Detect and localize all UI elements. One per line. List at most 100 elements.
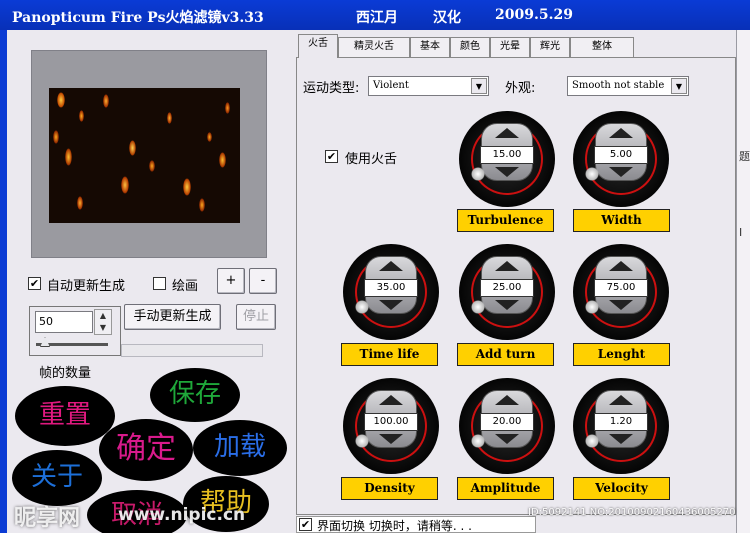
add-turn-value[interactable]: 25.00 — [480, 279, 534, 297]
knob-shine — [355, 434, 369, 448]
interface-switch-label: 界面切换 切换时，请稍等. . . — [317, 519, 472, 533]
flame-spark — [183, 178, 191, 196]
knob-shine — [585, 434, 599, 448]
frames-slider-thumb[interactable] — [40, 337, 50, 347]
velocity-knob[interactable]: 1.20 — [573, 378, 669, 474]
about-button[interactable]: 关于 — [12, 450, 102, 506]
amplitude-value[interactable]: 20.00 — [480, 413, 534, 431]
auto-update-checkbox[interactable]: ✔ — [28, 277, 41, 290]
motion-type-label: 运动类型: — [303, 81, 360, 96]
knob-shine — [355, 300, 369, 314]
save-button[interactable]: 保存 — [150, 368, 240, 422]
flame-spark — [57, 92, 65, 108]
time-life-label: Time life — [341, 343, 438, 366]
width-value[interactable]: 5.00 — [594, 146, 648, 164]
use-tongue-checkbox[interactable]: ✔ — [325, 150, 338, 163]
frames-label: 帧的数量 — [39, 366, 92, 381]
draw-label: 绘画 — [172, 279, 199, 294]
add-turn-knob[interactable]: 25.00 — [459, 244, 555, 340]
reset-button[interactable]: 重置 — [15, 386, 115, 446]
plus-button[interactable]: + — [217, 268, 245, 294]
use-tongue-label: 使用火舌 — [345, 152, 398, 167]
flame-spark — [167, 112, 172, 124]
length-knob[interactable]: 75.00 — [573, 244, 669, 340]
flame-spark — [79, 110, 84, 122]
auto-update-label: 自动更新生成 — [47, 279, 126, 294]
minus-button[interactable]: - — [249, 268, 277, 294]
flame-spark — [103, 94, 109, 108]
interface-switch-strip: ✔ 界面切换 切换时，请稍等. . . — [296, 516, 536, 533]
knob-shine — [585, 300, 599, 314]
flame-spark — [65, 148, 72, 166]
flame-spark — [53, 130, 59, 144]
length-label: Lenght — [573, 343, 670, 366]
density-value[interactable]: 100.00 — [364, 413, 418, 431]
amplitude-label: Amplitude — [457, 477, 554, 500]
turbulence-value[interactable]: 15.00 — [480, 146, 534, 164]
interface-switch-checkbox[interactable]: ✔ — [299, 518, 312, 531]
tab-sprite-tongue[interactable]: 精灵火舌 — [338, 37, 410, 57]
progress-bar — [121, 344, 263, 357]
frames-stepper[interactable]: ▲ ▼ — [94, 309, 112, 335]
flame-spark — [121, 176, 129, 194]
tab-color[interactable]: 颜色 — [450, 37, 490, 57]
preview-frame — [31, 50, 267, 258]
look-value: Smooth not stable — [572, 80, 665, 91]
ok-button[interactable]: 确定 — [99, 419, 193, 481]
watermark-url: www.nipic.cn — [118, 505, 246, 525]
chevron-down-icon[interactable]: ▼ — [671, 78, 687, 94]
flame-spark — [129, 140, 136, 156]
flame-spark — [199, 198, 205, 212]
time-life-value[interactable]: 35.00 — [364, 279, 418, 297]
density-knob[interactable]: 100.00 — [343, 378, 439, 474]
flame-spark — [77, 196, 83, 210]
edge-glyph: I — [739, 226, 743, 239]
time-life-knob[interactable]: 35.00 — [343, 244, 439, 340]
flame-spark — [225, 102, 230, 114]
motion-type-value: Violent — [373, 80, 409, 91]
look-select[interactable]: Smooth not stable ▼ — [567, 76, 689, 96]
turbulence-label: Turbulence — [457, 209, 554, 232]
draw-checkbox[interactable] — [153, 277, 166, 290]
flame-spark — [207, 132, 212, 142]
tab-flame-tongue[interactable]: 火舌 — [298, 34, 338, 58]
width-label: Width — [573, 209, 670, 232]
frames-input[interactable]: 50 — [35, 311, 93, 333]
knob-shine — [471, 167, 485, 181]
frames-spinner-group: 50 ▲ ▼ — [29, 306, 121, 356]
main-panel: ✔ 自动更新生成 绘画 + - 50 ▲ ▼ 手动更新生成 停止 帧的数量 重置… — [7, 30, 736, 533]
background-window-edge: 题 I — [736, 30, 750, 533]
title-bar: Panopticum Fire Ps火焰滤镜v3.33 西江月 汉化 2009.… — [0, 0, 750, 30]
fire-preview — [49, 88, 240, 223]
length-value[interactable]: 75.00 — [594, 279, 648, 297]
velocity-value[interactable]: 1.20 — [594, 413, 648, 431]
edge-glyph: 题 — [739, 150, 750, 163]
tab-glow[interactable]: 辉光 — [530, 37, 570, 57]
title-app: Panopticum Fire Ps火焰滤镜v3.33 — [12, 10, 264, 26]
turbulence-knob[interactable]: 15.00 — [459, 111, 555, 207]
knob-shine — [471, 434, 485, 448]
watermark-id: ID:5092141 NO:20100902160436005270 — [528, 507, 736, 518]
chevron-down-icon[interactable]: ▼ — [471, 78, 487, 94]
knob-shine — [585, 167, 599, 181]
look-label: 外观: — [505, 81, 536, 96]
stepper-up-icon[interactable]: ▲ — [95, 310, 111, 322]
stop-button[interactable]: 停止 — [236, 304, 276, 330]
motion-type-select[interactable]: Violent ▼ — [368, 76, 489, 96]
window-frame: ✔ 自动更新生成 绘画 + - 50 ▲ ▼ 手动更新生成 停止 帧的数量 重置… — [0, 30, 736, 533]
stepper-down-icon[interactable]: ▼ — [95, 322, 111, 334]
manual-update-button[interactable]: 手动更新生成 — [124, 304, 221, 330]
title-date: 2009.5.29 — [495, 7, 573, 23]
tab-overall[interactable]: 整体 — [570, 37, 634, 57]
title-author: 西江月 — [356, 10, 398, 26]
amplitude-knob[interactable]: 20.00 — [459, 378, 555, 474]
width-knob[interactable]: 5.00 — [573, 111, 669, 207]
tab-halo[interactable]: 光晕 — [490, 37, 530, 57]
velocity-label: Velocity — [573, 477, 670, 500]
flame-spark — [219, 152, 226, 168]
density-label: Density — [341, 477, 438, 500]
load-button[interactable]: 加载 — [193, 420, 287, 476]
tab-basic[interactable]: 基本 — [410, 37, 450, 57]
title-role: 汉化 — [433, 10, 461, 26]
flame-spark — [149, 160, 155, 172]
